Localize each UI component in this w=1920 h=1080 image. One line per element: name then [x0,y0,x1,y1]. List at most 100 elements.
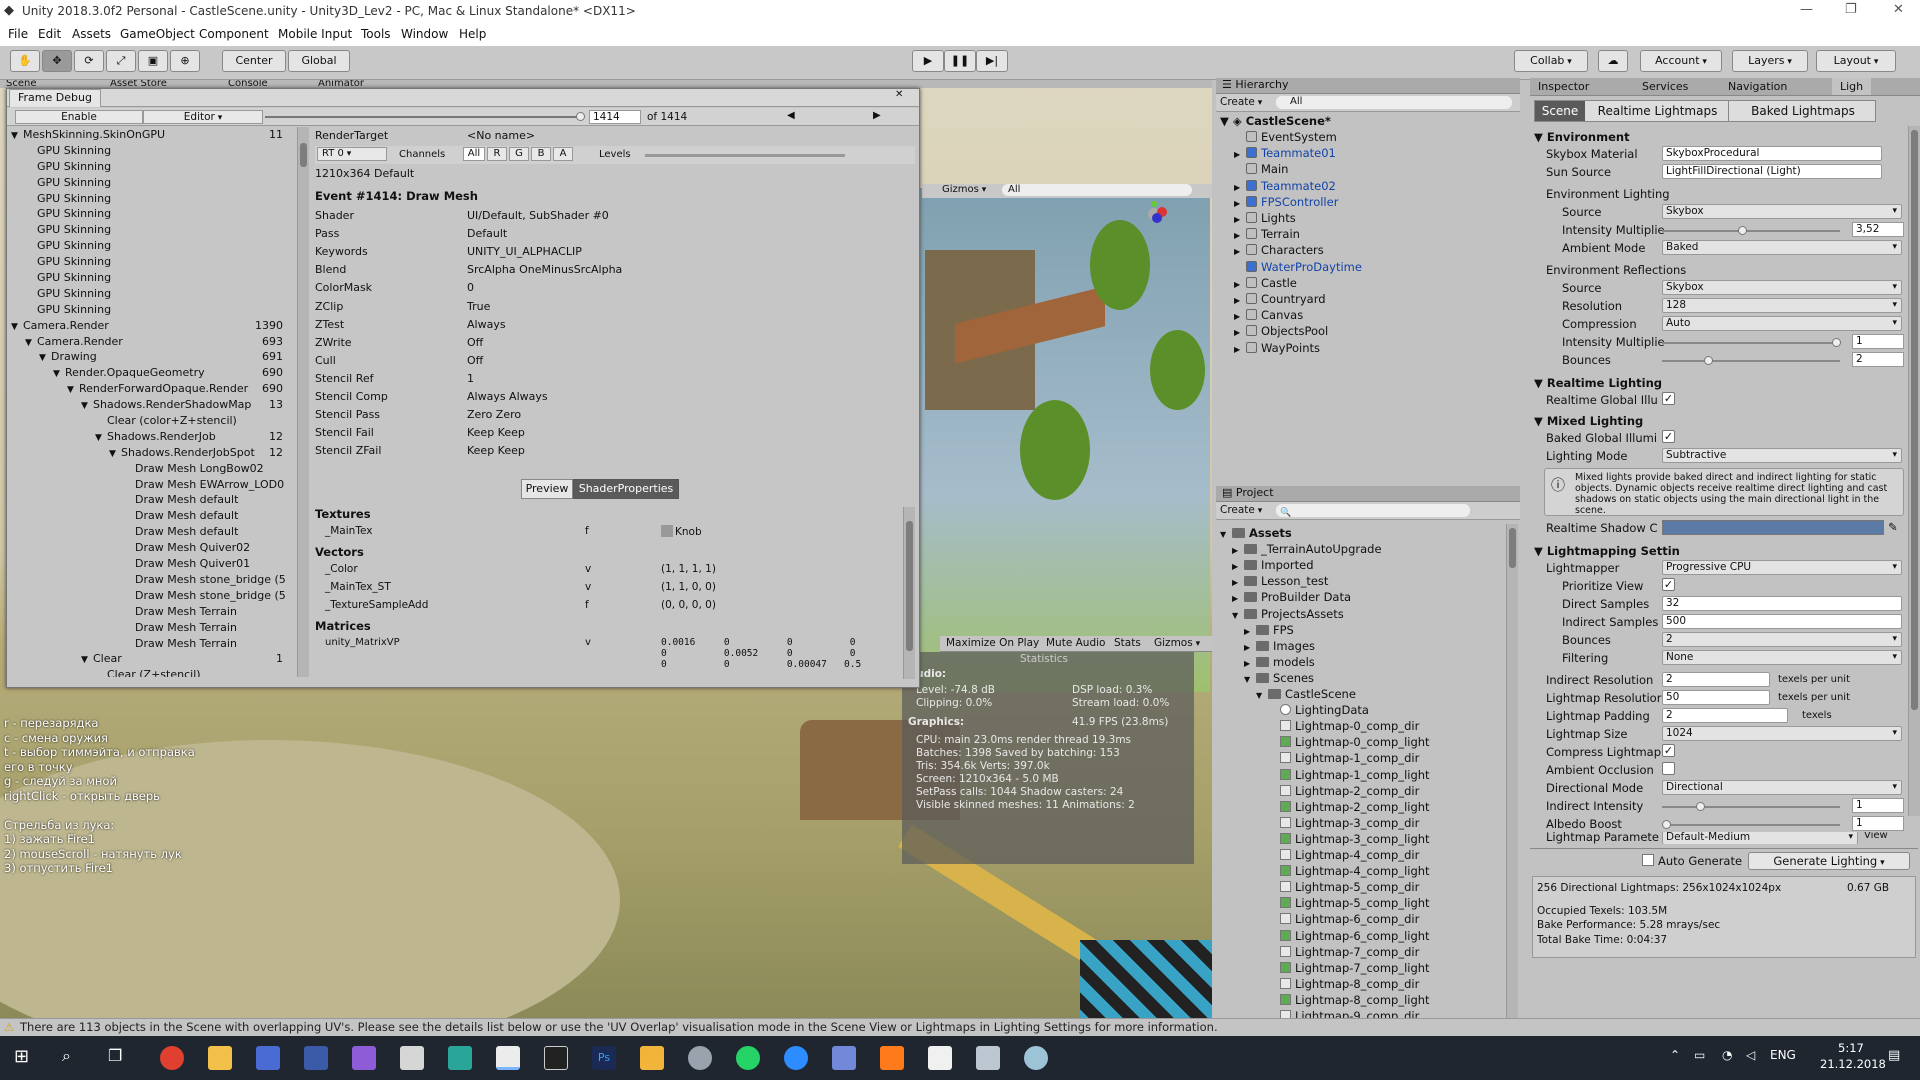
project-item[interactable]: Lightmap-6_comp_dir [1216,912,1516,928]
lighting-mode-dropdown[interactable]: Subtractive [1662,448,1902,463]
expand-arrow-icon[interactable]: ▶ [1234,183,1246,192]
lm-params-view-button[interactable]: View [1864,832,1888,841]
tab-inspector[interactable]: Inspector [1538,80,1589,93]
event-tree-row[interactable]: Draw Mesh default [7,524,297,540]
layers-dropdown[interactable]: Layers [1732,50,1808,72]
channel-g-button[interactable]: G [509,147,529,161]
project-search-input[interactable]: 🔍 [1276,504,1470,518]
event-tree-row[interactable]: Clear (Z+stencil) [7,667,297,677]
rt-dropdown[interactable]: RT 0 [317,147,387,161]
slider-knob[interactable] [1738,226,1747,235]
event-tree-row[interactable]: GPU Skinning [7,191,297,207]
event-tree-scrollbar[interactable] [297,127,309,677]
event-tree-row[interactable]: Draw Mesh Terrain [7,604,297,620]
shader-properties-tab[interactable]: ShaderProperties [573,479,679,499]
stats-toggle[interactable]: Stats [1114,637,1141,649]
hierarchy-item[interactable]: ▶ Terrain [1216,227,1516,243]
hierarchy-item[interactable]: ▶ Castle [1216,276,1516,292]
tab-navigation[interactable]: Navigation [1728,80,1787,93]
hierarchy-create-dropdown[interactable]: Create [1220,96,1262,108]
expand-arrow-icon[interactable]: ▶ [1234,231,1246,240]
event-tree-row[interactable]: Draw Mesh default [7,508,297,524]
scrollbar-thumb[interactable] [1509,528,1516,568]
scrollbar-thumb[interactable] [1911,130,1918,710]
intensity-input[interactable]: 3,52 [1852,222,1904,237]
menu-help[interactable]: Help [459,27,486,41]
slider-knob[interactable] [1662,820,1671,829]
sun-source-field[interactable]: LightFillDirectional (Light) [1662,164,1882,179]
save-app-icon[interactable] [256,1046,280,1070]
whatsapp-icon[interactable] [736,1046,760,1070]
skybox-material-field[interactable]: SkyboxProcedural [1662,146,1882,161]
next-frame-icon[interactable]: ▶ [873,110,881,121]
generate-lighting-button[interactable]: Generate Lighting [1748,852,1910,870]
hierarchy-search-input[interactable]: All [1276,96,1512,109]
project-item[interactable]: ▶ Images [1216,639,1516,655]
menu-assets[interactable]: Assets [72,27,111,41]
event-tree-row[interactable]: Draw Mesh Quiver02 [7,540,297,556]
event-tree-row[interactable]: Draw Mesh default [7,492,297,508]
app-icon[interactable] [640,1046,664,1070]
account-dropdown[interactable]: Account [1640,50,1722,72]
lm-size-dropdown[interactable]: 1024 [1662,726,1902,741]
restore-button[interactable]: ❐ [1845,2,1857,17]
project-item[interactable]: Lightmap-2_comp_light [1216,800,1516,816]
tab-services[interactable]: Services [1642,80,1688,93]
app-icon[interactable] [1024,1046,1048,1070]
blender-icon[interactable] [880,1046,904,1070]
project-item[interactable]: Lightmap-5_comp_dir [1216,880,1516,896]
project-item[interactable]: ▼ CastleScene [1216,687,1516,703]
collab-button[interactable]: Collab [1514,50,1588,72]
mixed-heading[interactable]: ▼ Mixed Lighting [1534,414,1643,428]
expand-arrow-icon[interactable]: ▶ [1244,659,1256,668]
menu-window[interactable]: Window [401,27,448,41]
task-view-icon[interactable]: ❐ [108,1046,122,1065]
filtering-dropdown[interactable]: None [1662,650,1902,665]
frame-slider[interactable] [265,112,585,121]
event-tree-row[interactable]: ▼ Camera.Render 693 [7,334,297,350]
preview-tab[interactable]: Preview [521,479,573,499]
expand-arrow-icon[interactable]: ▶ [1234,296,1246,305]
project-item[interactable]: ▼ Scenes [1216,671,1516,687]
settings-gear-icon[interactable] [688,1046,712,1070]
compress-checkbox[interactable]: ✓ [1662,744,1675,757]
scale-tool-icon[interactable]: ⤢ [106,50,136,72]
search-icon[interactable]: ⌕ [62,1046,71,1066]
scrollbar-thumb[interactable] [906,521,913,651]
channel-all-button[interactable]: All [463,147,485,161]
event-tree-row[interactable]: GPU Skinning [7,302,297,318]
slider-knob[interactable] [1832,338,1841,347]
battery-icon[interactable]: ▭ [1694,1048,1705,1062]
event-tree-row[interactable]: GPU Skinning [7,222,297,238]
unity-icon[interactable] [496,1046,520,1070]
project-item[interactable]: Lightmap-8_comp_dir [1216,977,1516,993]
hierarchy-item[interactable]: WaterProDaytime [1216,260,1516,276]
event-tree-row[interactable]: GPU Skinning [7,254,297,270]
lm-params-dropdown[interactable]: Default-Medium [1662,832,1858,844]
mute-audio-toggle[interactable]: Mute Audio [1046,637,1105,649]
scrollbar-thumb[interactable] [300,143,307,167]
unity-hub-icon[interactable] [544,1046,568,1070]
frame-number-input[interactable]: 1414 [589,110,641,124]
project-item[interactable]: Lightmap-3_comp_dir [1216,816,1516,832]
3ds-max-icon[interactable] [448,1046,472,1070]
step-button[interactable]: ▶| [976,50,1008,72]
indirect-samples-input[interactable]: 500 [1662,614,1902,629]
expand-arrow-icon[interactable]: ▼ [1232,611,1244,620]
close-button[interactable]: ✕ [1893,2,1904,17]
hand-tool-icon[interactable]: ✋ [10,50,40,72]
shadow-color-swatch[interactable] [1662,520,1884,535]
menu-mobile-input[interactable]: Mobile Input [278,27,352,41]
project-item[interactable]: ▶ Lesson_test [1216,574,1516,590]
expand-arrow-icon[interactable]: ▶ [1234,247,1246,256]
outlook-icon[interactable] [304,1046,328,1070]
hierarchy-item[interactable]: ▶ Characters [1216,243,1516,259]
hierarchy-item[interactable]: Main [1216,162,1516,178]
play-button[interactable]: ▶ [912,50,944,72]
ambient-mode-dropdown[interactable]: Baked [1662,240,1902,255]
tab-lighting[interactable]: Ligh [1832,78,1872,95]
project-item[interactable]: Lightmap-7_comp_dir [1216,945,1516,961]
subtab-realtime-lightmaps[interactable]: Realtime Lightmaps [1587,101,1729,121]
direct-samples-input[interactable]: 32 [1662,596,1902,611]
expand-arrow-icon[interactable]: ▶ [1234,328,1246,337]
